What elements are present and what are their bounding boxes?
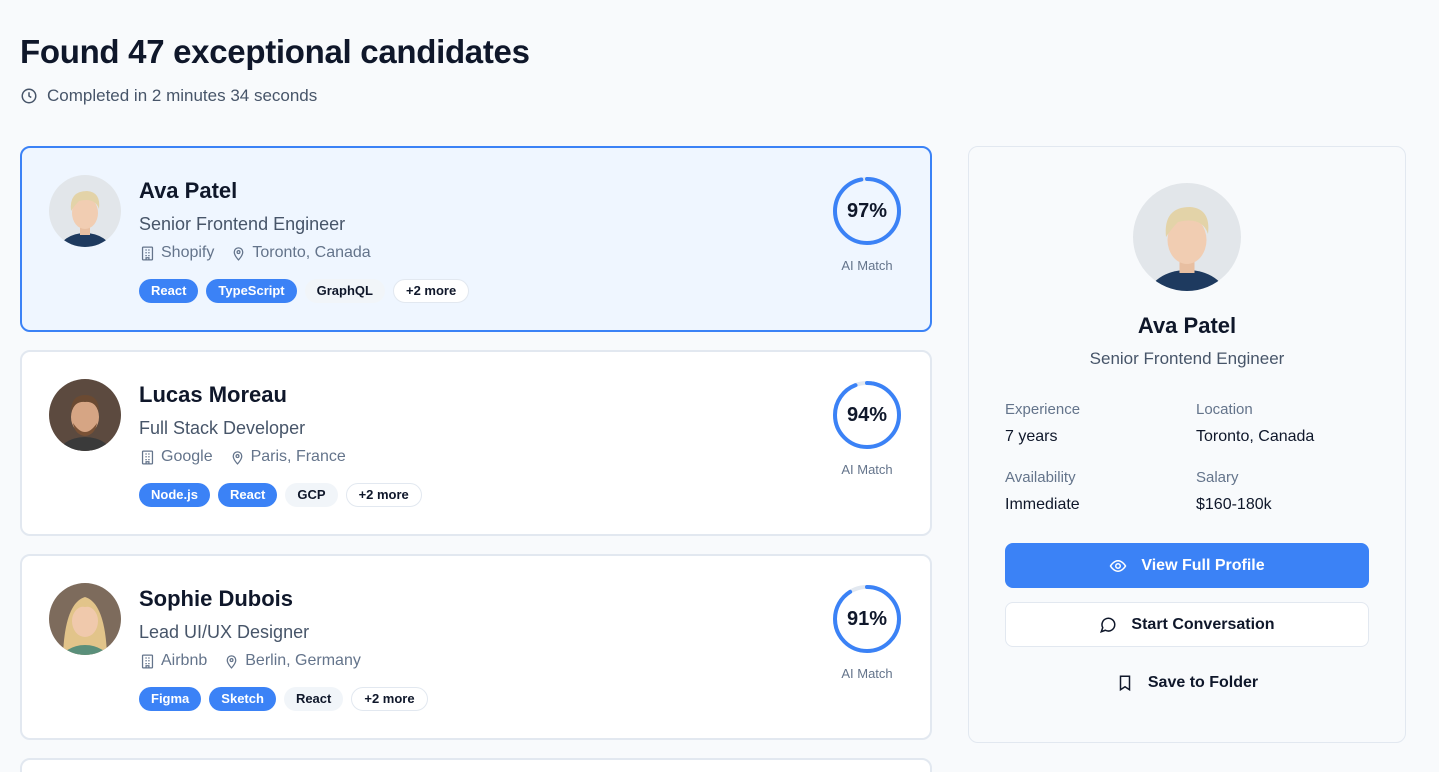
skill-tag: Sketch <box>209 687 276 711</box>
match-percentage: 94% <box>846 403 888 426</box>
candidate-card[interactable]: Ava Patel Senior Frontend Engineer Shopi… <box>20 146 932 332</box>
start-conversation-label: Start Conversation <box>1131 615 1275 633</box>
skill-tag: React <box>139 279 199 303</box>
candidate-company: Google <box>161 448 213 465</box>
location-field: Location Toronto, Canada <box>1196 401 1314 446</box>
candidate-name[interactable]: Lucas Moreau <box>139 382 287 408</box>
detail-name: Ava Patel <box>1137 313 1237 338</box>
match-percentage: 97% <box>846 199 888 222</box>
salary-label: Salary <box>1196 469 1239 486</box>
candidate-company: Shopify <box>161 244 215 261</box>
ai-match-label: AI Match <box>841 258 893 273</box>
candidate-name[interactable]: Ava Patel <box>139 178 237 204</box>
completion-text: Completed in 2 minutes 34 seconds <box>47 86 318 105</box>
match-percentage: 91% <box>846 607 888 630</box>
avatar <box>49 175 121 247</box>
experience-value: 7 years <box>1005 428 1058 445</box>
more-skills-tag[interactable]: +2 more <box>351 687 428 711</box>
skill-tag: GraphQL <box>304 279 385 303</box>
location-pin-icon <box>233 246 244 261</box>
save-to-folder-label: Save to Folder <box>1147 673 1259 691</box>
candidate-role: Full Stack Developer <box>139 418 306 438</box>
page-title: Found 47 exceptional candidates <box>20 33 530 70</box>
candidate-location: Paris, France <box>250 448 346 465</box>
detail-role: Senior Frontend Engineer <box>1089 349 1285 368</box>
skill-tag: React <box>217 483 278 507</box>
availability-label: Availability <box>1005 469 1076 486</box>
salary-value: $160-180k <box>1196 496 1272 513</box>
location-value: Toronto, Canada <box>1196 428 1315 445</box>
eye-icon <box>1109 559 1127 572</box>
skill-tag: Node.js <box>139 483 210 507</box>
view-full-profile-label: View Full Profile <box>1141 556 1265 574</box>
location-label: Location <box>1196 401 1253 418</box>
chat-bubble-icon <box>1100 617 1116 633</box>
candidate-card[interactable]: Lucas Moreau Full Stack Developer Google… <box>20 350 932 536</box>
match-score-ring: 91% <box>832 584 902 654</box>
skill-tag: React <box>283 687 344 711</box>
avatar <box>49 379 121 451</box>
building-icon <box>141 653 154 669</box>
candidate-card[interactable]: Sophie Dubois Lead UI/UX Designer Airbnb… <box>20 554 932 740</box>
experience-label: Experience <box>1005 401 1081 418</box>
bookmark-icon <box>1119 675 1131 691</box>
clock-icon <box>21 88 37 104</box>
more-skills-tag[interactable]: +2 more <box>392 279 470 303</box>
candidate-location: Toronto, Canada <box>252 244 371 261</box>
match-score-ring: 94% <box>832 380 902 450</box>
skill-tag: Figma <box>139 687 202 711</box>
view-full-profile-button[interactable]: View Full Profile <box>1005 543 1369 588</box>
location-pin-icon <box>232 450 242 465</box>
availability-value: Immediate <box>1005 496 1080 513</box>
candidate-role: Lead UI/UX Designer <box>139 622 310 642</box>
start-conversation-button[interactable]: Start Conversation <box>1005 602 1369 647</box>
save-to-folder-button[interactable]: Save to Folder <box>1005 660 1369 705</box>
avatar <box>49 583 121 655</box>
candidate-name[interactable]: Sophie Dubois <box>139 586 293 612</box>
candidate-role: Senior Frontend Engineer <box>139 214 346 234</box>
availability-field: Availability Immediate <box>1005 469 1080 514</box>
skill-tag: TypeScript <box>206 279 297 303</box>
candidate-card[interactable] <box>20 758 932 772</box>
location-pin-icon <box>226 654 237 669</box>
experience-field: Experience 7 years <box>1005 401 1080 446</box>
candidate-detail-panel: Ava Patel Senior Frontend Engineer Exper… <box>968 146 1406 743</box>
candidate-location: Berlin, Germany <box>245 652 361 669</box>
ai-match-label: AI Match <box>841 462 893 477</box>
ai-match-label: AI Match <box>841 666 893 681</box>
more-skills-tag[interactable]: +2 more <box>345 483 422 507</box>
building-icon <box>141 449 154 465</box>
salary-field: Salary $160-180k <box>1196 469 1272 514</box>
match-score-ring: 97% <box>832 176 902 246</box>
completion-status: Completed in 2 minutes 34 seconds <box>20 86 317 106</box>
building-icon <box>141 245 154 261</box>
skill-tag: GCP <box>285 483 338 507</box>
candidate-company: Airbnb <box>161 652 208 669</box>
avatar <box>1133 183 1241 291</box>
